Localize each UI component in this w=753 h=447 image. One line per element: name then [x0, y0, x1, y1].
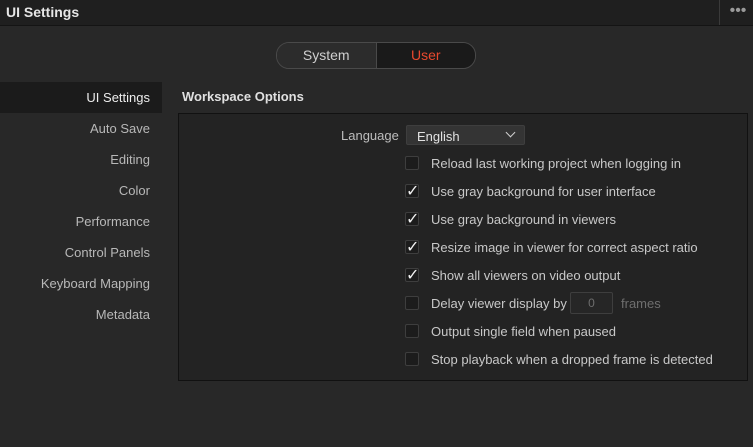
language-value: English	[417, 129, 460, 144]
sidebar-item-auto-save[interactable]: Auto Save	[0, 113, 162, 144]
sidebar-item-metadata[interactable]: Metadata	[0, 299, 162, 330]
option-row: ✓ Show all viewers on video output	[405, 265, 745, 285]
option-label: Stop playback when a dropped frame is de…	[431, 352, 713, 367]
checkmark-icon: ✓	[406, 265, 420, 284]
window-title: UI Settings	[6, 4, 80, 20]
language-dropdown[interactable]: English	[406, 125, 525, 145]
delay-viewer-checkbox[interactable]	[405, 296, 419, 310]
option-row: ✓ Use gray background for user interface	[405, 181, 745, 201]
title-bar: UI Settings •••	[0, 0, 753, 26]
option-label: Use gray background for user interface	[431, 184, 656, 199]
gray-viewer-background-checkbox[interactable]: ✓	[405, 209, 420, 228]
section-heading: Workspace Options	[182, 89, 304, 104]
system-tab[interactable]: System	[277, 43, 377, 68]
user-tab[interactable]: User	[376, 43, 475, 68]
sidebar-item-keyboard-mapping[interactable]: Keyboard Mapping	[0, 268, 162, 299]
reload-project-checkbox[interactable]	[405, 156, 419, 170]
option-label: Resize image in viewer for correct aspec…	[431, 240, 698, 255]
option-row: Delay viewer display by 0 frames	[405, 292, 745, 314]
single-field-checkbox[interactable]	[405, 324, 419, 338]
option-row: ✓ Use gray background in viewers	[405, 209, 745, 229]
language-label: Language	[341, 128, 399, 143]
resize-aspect-ratio-checkbox[interactable]: ✓	[405, 237, 420, 256]
delay-frames-input[interactable]: 0	[570, 292, 613, 314]
checkmark-icon: ✓	[406, 181, 420, 200]
sidebar-item-color[interactable]: Color	[0, 175, 162, 206]
scope-toggle: System User	[276, 42, 476, 69]
chevron-down-icon	[505, 127, 516, 138]
option-label: Output single field when paused	[431, 324, 617, 339]
stop-on-dropped-frame-checkbox[interactable]	[405, 352, 419, 366]
title-divider	[719, 0, 720, 25]
option-label: Use gray background in viewers	[431, 212, 616, 227]
option-row: Reload last working project when logging…	[405, 155, 745, 173]
option-row: Stop playback when a dropped frame is de…	[405, 351, 745, 369]
sidebar-item-editing[interactable]: Editing	[0, 144, 162, 175]
frames-unit-label: frames	[621, 296, 661, 311]
checkmark-icon: ✓	[406, 237, 420, 256]
option-label: Reload last working project when logging…	[431, 156, 682, 171]
more-options-icon[interactable]: •••	[724, 0, 752, 25]
option-row: ✓ Resize image in viewer for correct asp…	[405, 237, 745, 257]
option-row: Output single field when paused	[405, 323, 745, 341]
sidebar-item-ui-settings[interactable]: UI Settings	[0, 82, 162, 113]
sidebar-item-control-panels[interactable]: Control Panels	[0, 237, 162, 268]
option-label: Show all viewers on video output	[431, 268, 621, 283]
sidebar-item-performance[interactable]: Performance	[0, 206, 162, 237]
gray-ui-background-checkbox[interactable]: ✓	[405, 181, 420, 200]
show-viewers-output-checkbox[interactable]: ✓	[405, 265, 420, 284]
option-label: Delay viewer display by	[431, 296, 567, 311]
checkmark-icon: ✓	[406, 209, 420, 228]
